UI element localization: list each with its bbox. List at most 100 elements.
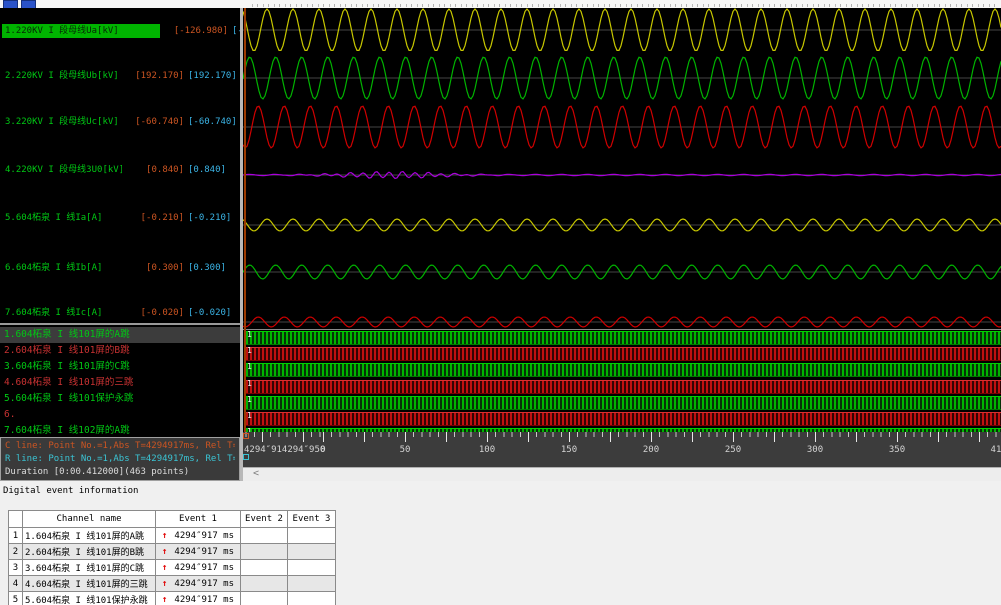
c-line-value: [-60.740] — [122, 115, 184, 129]
digital-state-value: 1 — [247, 362, 252, 372]
digital-channel-row[interactable]: 1.604柘泉 I 线101屏的A跳 — [0, 327, 240, 343]
digital-channel-row[interactable]: 7.604柘泉 I 线102屏的A跳 — [0, 423, 240, 437]
r-line-value: [192.170] — [188, 69, 240, 83]
analog-channel-row[interactable]: 1.220KV I 段母线Ua[kV][-126.980][-126.980] — [2, 24, 240, 38]
analog-channel-row[interactable]: 3.220KV I 段母线Uc[kV][-60.740][-60.740] — [2, 115, 240, 129]
event1-cell: ↑4294″917 ms — [156, 560, 241, 576]
analog-channel-label[interactable]: 4.220KV I 段母线3U0[kV] — [2, 163, 122, 177]
digital-state-bar[interactable]: 1 — [246, 347, 1001, 361]
axis-tick-label: 50 — [400, 445, 411, 455]
event-row-number: 5 — [9, 592, 23, 605]
rising-edge-icon: ↑ — [162, 579, 167, 589]
r-line-value: [0.840] — [188, 163, 240, 177]
axis-tick-label: 300 — [807, 445, 823, 455]
event-channel-name: 2.604柘泉 I 线101屏的B跳 — [23, 544, 156, 560]
event-table-row[interactable]: 11.604柘泉 I 线101屏的A跳 ↑ 4294″917 ms — [9, 528, 336, 544]
axis-tick-label: 412 — [991, 445, 1001, 455]
analog-channel-label[interactable]: 2.220KV I 段母线Ub[kV] — [2, 69, 122, 83]
r-line-value: [-60.740] — [188, 115, 240, 129]
event-table-row[interactable]: 33.604柘泉 I 线101屏的C跳↑4294″917 ms — [9, 560, 336, 576]
event-table-row[interactable]: 55.604柘泉 I 线101保护永跳↑4294″917 ms — [9, 592, 336, 605]
axis-tick-label: 350 — [889, 445, 905, 455]
analog-channel-row[interactable]: 2.220KV I 段母线Ub[kV][192.170][192.170] — [2, 69, 240, 83]
event1-time: 4294″917 ms — [174, 547, 234, 557]
digital-state-bar[interactable]: 1 — [246, 363, 1001, 377]
event-channel-name: 3.604柘泉 I 线101屏的C跳 — [23, 560, 156, 576]
analog-channel-label[interactable]: 7.604柘泉 I 线Ic[A] — [2, 306, 122, 320]
event1-time: 4294″917 ms — [174, 579, 234, 589]
analog-channel-label[interactable]: 5.604柘泉 I 线Ia[A] — [2, 211, 122, 225]
event-section-title: Digital event information — [3, 486, 138, 496]
axis-major-ticks — [243, 432, 1001, 442]
c-line-value: [192.170] — [122, 69, 184, 83]
col-event1: Event 1 — [156, 511, 241, 528]
event-row-number: 3 — [9, 560, 23, 576]
digital-channel-row[interactable]: 3.604柘泉 I 线101屏的C跳 — [0, 359, 240, 375]
event1-time: 4294″917 ms — [174, 531, 234, 541]
axis-tick-label: 150 — [561, 445, 577, 455]
r-line-value: [-0.210] — [188, 211, 240, 225]
event-table-header: Channel name Event 1 Event 2 Event 3 — [9, 511, 336, 528]
horizontal-scrollbar[interactable]: < — [243, 467, 1001, 481]
digital-channel-list: 1.604柘泉 I 线101屏的A跳2.604柘泉 I 线101屏的B跳3.60… — [0, 323, 240, 437]
scroll-left-icon[interactable]: < — [253, 468, 259, 479]
event-channel-name: 1.604柘泉 I 线101屏的A跳 — [23, 528, 156, 544]
clipped-title-text — [252, 4, 997, 7]
r-line-value: [-0.020] — [188, 306, 240, 320]
event1-time: 4294″917 ms — [174, 563, 234, 573]
digital-state-value: 1 — [247, 379, 252, 389]
event3-cell — [288, 592, 336, 605]
analog-channel-label[interactable]: 6.604柘泉 I 线Ib[A] — [2, 261, 122, 275]
event1-cell: ↑4294″917 ms — [156, 592, 241, 605]
event-row-number: 1 — [9, 528, 23, 544]
event1-cell: ↑ 4294″917 ms — [156, 528, 241, 544]
analog-channel-label[interactable]: 3.220KV I 段母线Uc[kV] — [2, 115, 122, 129]
analog-channel-row[interactable]: 4.220KV I 段母线3U0[kV][0.840][0.840] — [2, 163, 240, 177]
axis-absolute-time-label: 4294″914294″950 — [244, 445, 325, 455]
digital-state-value: 1 — [247, 395, 252, 405]
col-num — [9, 511, 23, 528]
event3-cell — [288, 576, 336, 592]
event-table-row[interactable]: 22.604柘泉 I 线101屏的B跳 ↑ 4294″917 ms — [9, 544, 336, 560]
digital-state-value: 1 — [247, 346, 252, 356]
cursor-line[interactable] — [244, 8, 246, 432]
analog-channel-list: 1.220KV I 段母线Ua[kV][-126.980][-126.980]2… — [0, 8, 240, 325]
digital-state-bar[interactable]: 1 — [246, 380, 1001, 394]
analog-waveforms[interactable] — [243, 8, 1001, 330]
digital-state-bar[interactable]: 1 — [246, 331, 1001, 345]
analog-channel-row[interactable]: 6.604柘泉 I 线Ib[A][0.300][0.300] — [2, 261, 240, 275]
event-table-row[interactable]: 44.604柘泉 I 线101屏的三跳↑4294″917 ms — [9, 576, 336, 592]
analog-channel-label[interactable]: 1.220KV I 段母线Ua[kV] — [2, 24, 160, 38]
event1-cell: ↑ 4294″917 ms — [156, 544, 241, 560]
time-axis[interactable]: 4294″914294″950 050100150200250300350412 — [243, 432, 1001, 467]
event-row-number: 2 — [9, 544, 23, 560]
digital-waveforms[interactable]: 1111111 — [243, 329, 1001, 432]
c-line-value: [-0.210] — [122, 211, 184, 225]
digital-state-value: 1 — [247, 411, 252, 421]
event-channel-name: 5.604柘泉 I 线101保护永跳 — [23, 592, 156, 605]
rising-edge-icon: ↑ — [162, 531, 167, 541]
digital-state-bar[interactable]: 1 — [246, 396, 1001, 410]
digital-channel-row[interactable]: 4.604柘泉 I 线101屏的三跳 — [0, 375, 240, 391]
analog-channel-row[interactable]: 7.604柘泉 I 线Ic[A][-0.020][-0.020] — [2, 306, 240, 320]
rising-edge-icon: ↑ — [162, 595, 167, 605]
event2-cell — [241, 528, 288, 544]
axis-tick-label: 200 — [643, 445, 659, 455]
event2-cell — [241, 544, 288, 560]
c-line-value: [0.840] — [122, 163, 184, 177]
analog-channel-row[interactable]: 5.604柘泉 I 线Ia[A][-0.210][-0.210] — [2, 211, 240, 225]
cursor-status-panel: C line: Point No.=1,Abs T=4294917ms, Rel… — [0, 437, 240, 481]
axis-tick-label: 0 — [320, 445, 325, 455]
digital-channel-row[interactable]: 2.604柘泉 I 线101屏的B跳 — [0, 343, 240, 359]
c-line-marker-icon[interactable] — [243, 433, 249, 439]
event-info-section: Digital event information Channel name E… — [0, 481, 1001, 605]
rising-edge-icon: ↑ — [162, 547, 167, 557]
event-row-number: 4 — [9, 576, 23, 592]
c-line-value: [-126.980] — [166, 24, 228, 38]
event1-cell: ↑ 4294″917 ms — [156, 576, 241, 592]
digital-state-bar[interactable]: 1 — [246, 412, 1001, 426]
waveform-area[interactable]: 1111111 — [243, 8, 1001, 432]
digital-channel-row[interactable]: 5.604柘泉 I 线101保护永跳 — [0, 391, 240, 407]
digital-channel-row[interactable]: 6. — [0, 407, 240, 423]
r-line-value: [0.300] — [188, 261, 240, 275]
